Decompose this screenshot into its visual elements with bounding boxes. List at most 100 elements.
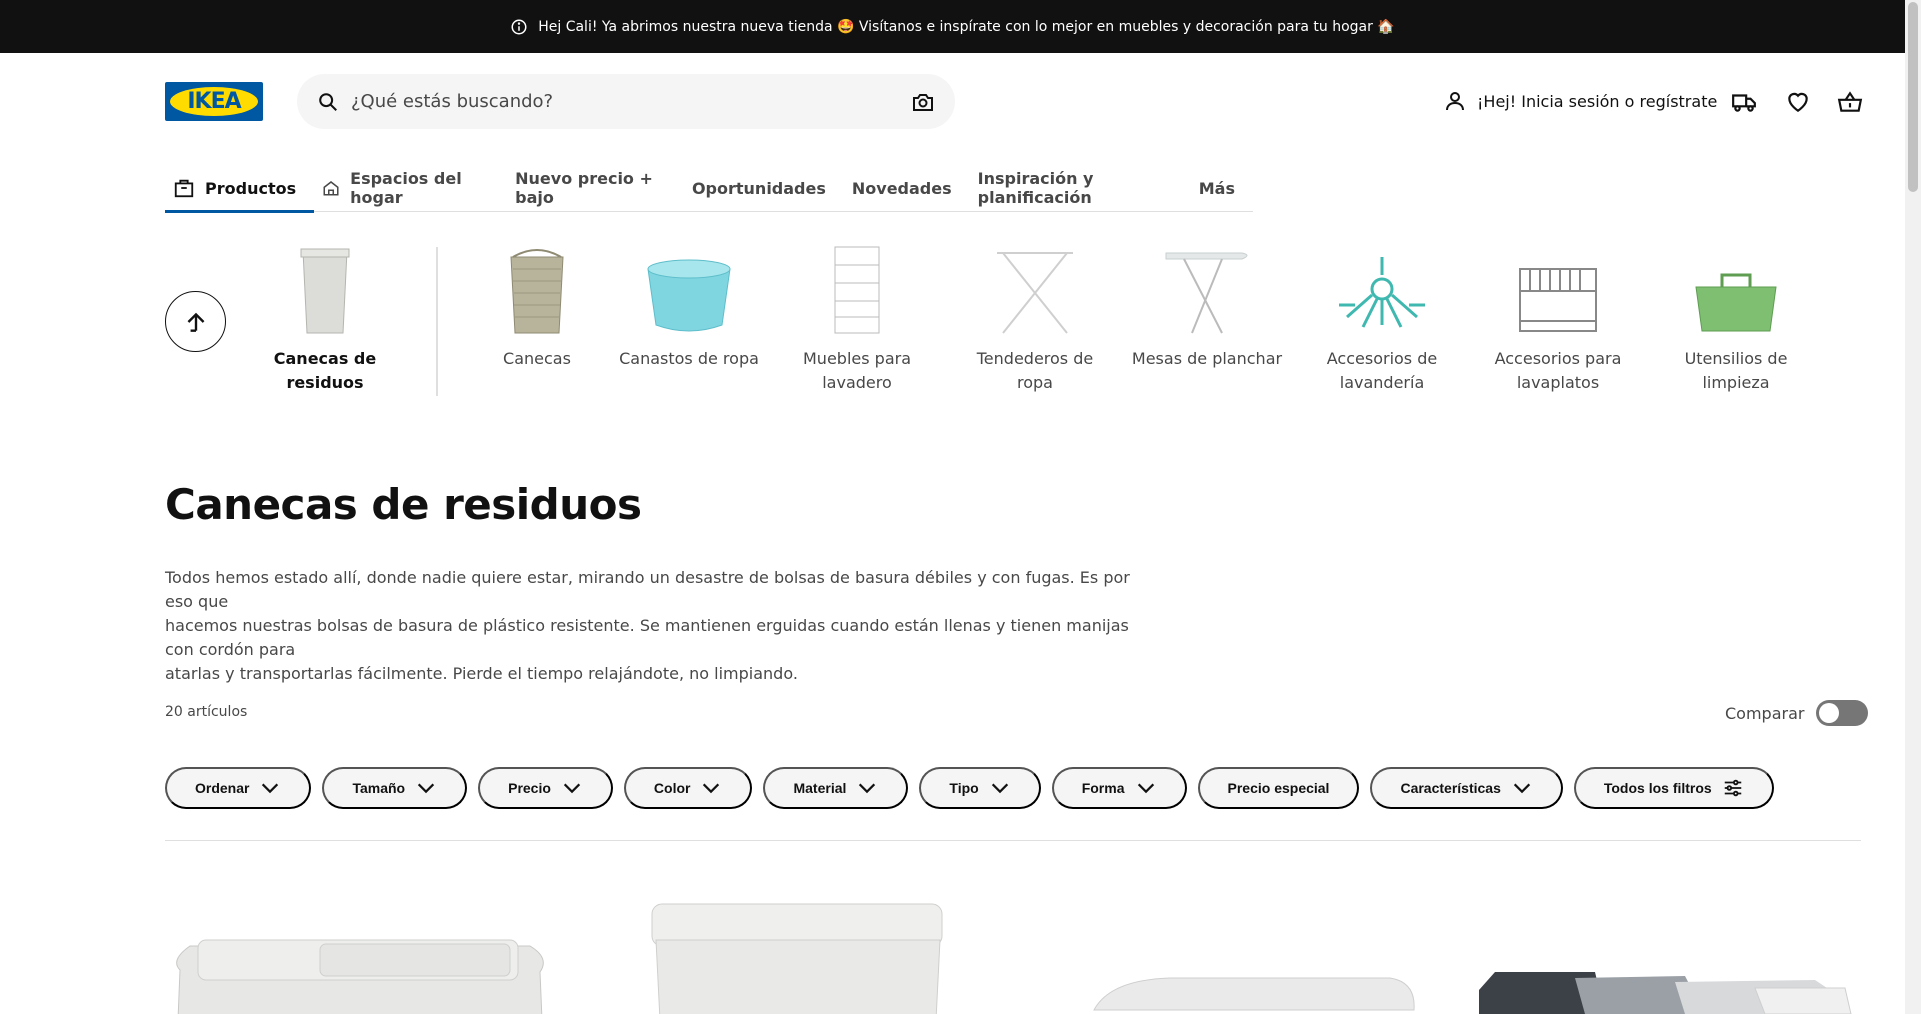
category-label-line2: lavaplatos bbox=[1516, 373, 1600, 392]
category-label-line2: lavandería bbox=[1339, 373, 1425, 392]
trash-bin-image bbox=[275, 245, 375, 335]
filter-tamano[interactable]: Tamaño bbox=[322, 767, 468, 809]
category-label-line1: Accesorios de bbox=[1326, 349, 1438, 368]
category-divider bbox=[436, 247, 438, 396]
filter-todos[interactable]: Todos los filtros bbox=[1573, 767, 1774, 809]
category-canastos[interactable]: Canastos de ropa bbox=[604, 245, 774, 371]
chevron-down-icon bbox=[991, 783, 1008, 794]
nav-item-oportunidades[interactable]: Oportunidades bbox=[684, 164, 844, 212]
nav-label: Inspiración y planificación bbox=[977, 169, 1094, 207]
nav-item-mas[interactable]: Más bbox=[1191, 164, 1253, 212]
category-accesorios-lavaplatos[interactable]: Accesorios para lavaplatos bbox=[1473, 245, 1643, 395]
category-current[interactable]: Canecas de residuos bbox=[240, 245, 410, 395]
filter-label: Características bbox=[1400, 780, 1501, 796]
filter-color[interactable]: Color bbox=[623, 767, 753, 809]
search-input[interactable]: ¿Qué estás buscando? bbox=[351, 91, 911, 112]
dish-rack-image bbox=[1508, 245, 1608, 335]
back-button[interactable] bbox=[165, 291, 226, 352]
filter-material[interactable]: Material bbox=[763, 767, 909, 809]
category-label-line2: ropa bbox=[1017, 373, 1053, 392]
filter-label: Precio especial bbox=[1227, 780, 1330, 796]
account-label: ¡Hej! Inicia sesión o regístrate bbox=[1477, 91, 1718, 111]
category-label-line1: Tendederos de bbox=[976, 349, 1094, 368]
filter-bar: Ordenar Tamaño Precio Color Material Tip… bbox=[165, 767, 1774, 809]
product-image[interactable] bbox=[1090, 900, 1420, 1014]
category-label-line2: limpieza bbox=[1702, 373, 1770, 392]
compare-toggle[interactable] bbox=[1816, 700, 1869, 726]
category-utensilios-limpieza[interactable]: Utensilios de limpieza bbox=[1651, 245, 1821, 395]
category-label: Canecas bbox=[503, 349, 571, 368]
category-muebles-lavadero[interactable]: Muebles para lavadero bbox=[772, 245, 942, 395]
ironing-board-image bbox=[1157, 245, 1257, 335]
category-label-line2: lavadero bbox=[822, 373, 892, 392]
chevron-down-icon bbox=[417, 783, 435, 794]
compare-control[interactable]: Comparar bbox=[1725, 700, 1869, 726]
chevron-down-icon bbox=[1513, 783, 1530, 794]
heart-icon[interactable] bbox=[1785, 89, 1811, 115]
filter-caracteristicas[interactable]: Características bbox=[1370, 767, 1563, 809]
nav-label: Oportunidades bbox=[691, 178, 826, 198]
ikea-logo[interactable]: IKEA bbox=[165, 82, 263, 121]
nav-label: Productos bbox=[205, 178, 297, 198]
chevron-down-icon bbox=[1137, 783, 1154, 794]
chevron-down-icon bbox=[563, 783, 581, 794]
filter-label: Material bbox=[793, 780, 847, 796]
category-label-line1: Accesorios para bbox=[1494, 349, 1622, 368]
filter-label: Forma bbox=[1081, 780, 1125, 796]
announcement-text: Hej Cali! Ya abrimos nuestra nueva tiend… bbox=[538, 18, 1395, 35]
truck-icon[interactable] bbox=[1731, 89, 1757, 115]
description-line: atarlas y transportarlas fácilmente. Pie… bbox=[165, 664, 798, 683]
product-image[interactable] bbox=[640, 900, 960, 1014]
filter-tipo[interactable]: Tipo bbox=[919, 767, 1041, 809]
logo-text: IKEA bbox=[187, 89, 241, 114]
filter-label: Todos los filtros bbox=[1603, 780, 1712, 796]
chevron-down-icon bbox=[859, 783, 876, 794]
cleaning-caddy-image bbox=[1686, 245, 1786, 335]
filter-ordenar[interactable]: Ordenar bbox=[165, 767, 312, 809]
chevron-down-icon bbox=[262, 783, 279, 794]
basket-icon[interactable] bbox=[1837, 89, 1863, 115]
user-icon bbox=[1446, 92, 1464, 111]
category-mesas-planchar[interactable]: Mesas de planchar bbox=[1122, 245, 1292, 371]
nav-label: Novedades bbox=[851, 178, 952, 198]
product-image[interactable] bbox=[170, 900, 550, 1014]
nav-item-novedades[interactable]: Novedades bbox=[844, 164, 970, 212]
category-label: Canecas de residuos bbox=[273, 349, 377, 392]
category-accesorios-lavanderia[interactable]: Accesorios de lavandería bbox=[1297, 245, 1467, 395]
filter-precio-especial[interactable]: Precio especial bbox=[1197, 767, 1360, 809]
filter-precio[interactable]: Precio bbox=[478, 767, 613, 809]
home-icon bbox=[323, 181, 339, 196]
nav-label: Más bbox=[1198, 178, 1235, 198]
bin-image bbox=[487, 245, 587, 335]
filter-label: Ordenar bbox=[195, 780, 250, 796]
product-image[interactable] bbox=[1475, 900, 1855, 1014]
search-bar[interactable]: ¿Qué estás buscando? bbox=[297, 74, 955, 129]
account-link[interactable]: ¡Hej! Inicia sesión o regístrate bbox=[1443, 88, 1717, 114]
filter-label: Tipo bbox=[949, 780, 979, 796]
page-scrollbar[interactable] bbox=[1905, 0, 1921, 1014]
filter-label: Precio bbox=[508, 780, 551, 796]
nav-item-inspiracion[interactable]: Inspiración y planificación bbox=[970, 164, 1191, 212]
info-icon bbox=[511, 19, 527, 34]
filter-forma[interactable]: Forma bbox=[1051, 767, 1187, 809]
nav-label: Nuevo precio + bajo bbox=[515, 169, 653, 207]
category-label: Canastos de ropa bbox=[619, 349, 759, 368]
nav-item-espacios[interactable]: Espacios del hogar bbox=[314, 164, 507, 212]
page-description: Todos hemos estado allí, donde nadie qui… bbox=[165, 566, 1155, 686]
nav-item-productos[interactable]: Productos bbox=[165, 164, 315, 213]
chevron-down-icon bbox=[703, 783, 720, 794]
description-line: hacemos nuestras bolsas de basura de plá… bbox=[165, 616, 1129, 659]
drying-rack-image bbox=[985, 245, 1085, 335]
filter-label: Tamaño bbox=[352, 780, 406, 796]
page-title: Canecas de residuos bbox=[165, 480, 642, 529]
category-label: Mesas de planchar bbox=[1131, 349, 1283, 368]
nav-item-nuevo-precio[interactable]: Nuevo precio + bajo bbox=[507, 164, 684, 212]
shelf-unit-image bbox=[807, 245, 907, 335]
camera-icon[interactable] bbox=[911, 90, 935, 114]
category-canecas[interactable]: Canecas bbox=[452, 245, 622, 371]
scrollbar-thumb[interactable] bbox=[1908, 2, 1918, 192]
bag-icon bbox=[174, 179, 194, 198]
arrow-up-icon bbox=[187, 312, 204, 332]
filter-divider bbox=[165, 840, 1861, 841]
category-tendederos[interactable]: Tendederos de ropa bbox=[950, 245, 1120, 395]
